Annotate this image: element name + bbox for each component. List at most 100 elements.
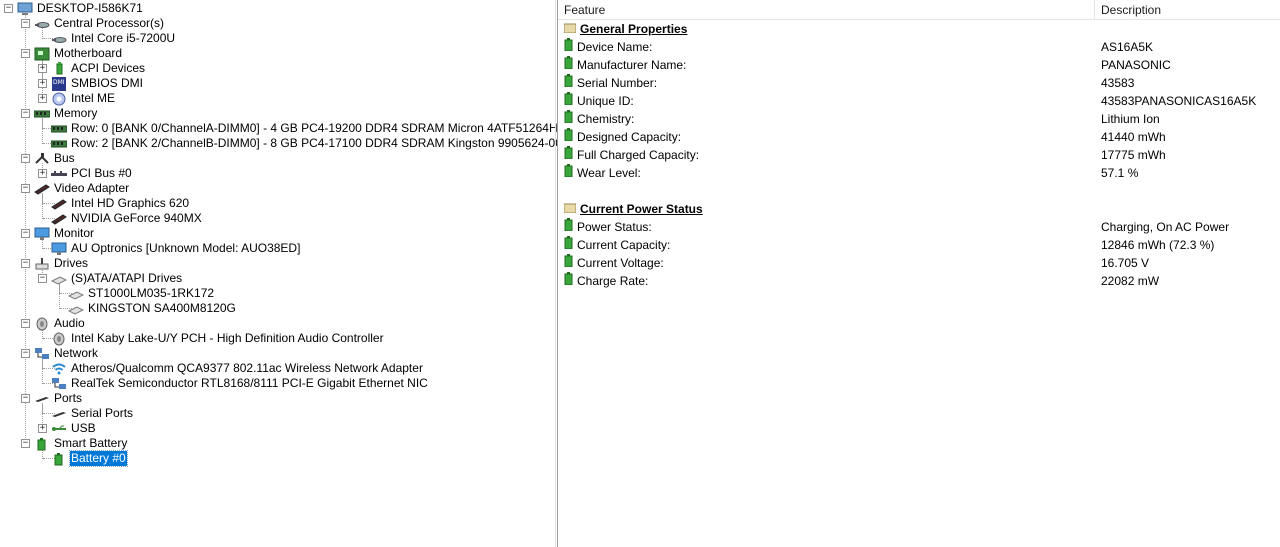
tree-item[interactable]: Drives [34, 256, 89, 271]
tree-item-label: Memory [54, 106, 98, 120]
tree-item[interactable]: Battery #0 [51, 450, 128, 467]
battery-icon [564, 146, 573, 164]
svg-text:DMI: DMI [53, 79, 65, 86]
property-row[interactable]: Chemistry: Lithium Ion [558, 110, 1280, 128]
tree-item[interactable]: USB [51, 421, 97, 436]
audio-icon [34, 317, 50, 331]
expand-button[interactable]: + [38, 94, 47, 103]
tree-item-label: PCI Bus #0 [71, 166, 132, 180]
property-row[interactable]: Unique ID: 43583PANASONICAS16A5K [558, 92, 1280, 110]
collapse-button[interactable]: − [21, 19, 30, 28]
collapse-button[interactable]: − [21, 259, 30, 268]
property-row[interactable]: Manufacturer Name: PANASONIC [558, 56, 1280, 74]
tree-item[interactable]: Bus [34, 151, 76, 166]
tree-item[interactable]: KINGSTON SA400M8120G [68, 301, 237, 316]
property-row[interactable]: Current Voltage: 16.705 V [558, 254, 1280, 272]
collapse-button[interactable]: − [21, 349, 30, 358]
tree-item[interactable]: Central Processor(s) [34, 16, 165, 31]
description-column-header[interactable]: Description [1095, 0, 1280, 20]
tree-item[interactable]: (S)ATA/ATAPI Drives [51, 271, 183, 286]
collapse-button[interactable]: − [38, 274, 47, 283]
cpu-chip-icon [51, 32, 67, 46]
property-name: Device Name: [577, 40, 653, 54]
battery-icon [34, 437, 50, 451]
tree-item[interactable]: Memory [34, 106, 98, 121]
tree-guide-line [42, 193, 43, 219]
tree-item[interactable]: Audio [34, 316, 86, 331]
property-value: 17775 mWh [1101, 148, 1166, 162]
collapse-button[interactable]: − [21, 394, 30, 403]
tree-item[interactable]: Motherboard [34, 46, 123, 61]
expand-button[interactable]: + [38, 64, 47, 73]
property-row[interactable]: Designed Capacity: 41440 mWh [558, 128, 1280, 146]
device-tree[interactable]: − DESKTOP-I586K71 − Central Processor(s) I… [0, 0, 558, 547]
tree-item[interactable]: ST1000LM035-1RK172 [68, 286, 215, 301]
battery-icon [564, 236, 573, 254]
tree-item[interactable]: Row: 2 [BANK 2/ChannelB-DIMM0] - 8 GB PC… [51, 136, 557, 151]
battery-icon [564, 38, 573, 56]
property-name: Designed Capacity: [577, 130, 682, 144]
tree-item-label: ST1000LM035-1RK172 [88, 286, 215, 300]
root-expander[interactable]: − [4, 4, 13, 13]
section-header-row[interactable]: General Properties [558, 20, 1280, 38]
tree-item[interactable]: Row: 0 [BANK 0/ChannelA-DIMM0] - 4 GB PC… [51, 121, 558, 136]
collapse-button[interactable]: − [21, 49, 30, 58]
property-name: Chemistry: [577, 112, 635, 126]
tree-item[interactable]: ACPI Devices [51, 61, 146, 76]
tree-item[interactable]: Monitor [34, 226, 95, 241]
tree-item-label: Battery #0 [69, 450, 128, 467]
tree-item[interactable]: NVIDIA GeForce 940MX [51, 211, 203, 226]
feature-column-header[interactable]: Feature [558, 0, 1095, 20]
tree-item[interactable]: Serial Ports [51, 406, 134, 421]
tree-item[interactable]: Network [34, 346, 99, 361]
tree-item-label: Monitor [54, 226, 95, 240]
tree-item[interactable]: Video Adapter [34, 181, 130, 196]
collapse-button[interactable]: − [21, 184, 30, 193]
tree-item-label: Serial Ports [71, 406, 134, 420]
expand-button[interactable]: + [38, 169, 47, 178]
tree-item[interactable]: Atheros/Qualcomm QCA9377 802.11ac Wirele… [51, 361, 424, 376]
tree-item[interactable]: Intel HD Graphics 620 [51, 196, 190, 211]
motherboard-icon [34, 47, 50, 61]
expand-button[interactable]: + [38, 424, 47, 433]
tree-item[interactable]: PCI Bus #0 [51, 166, 133, 181]
collapse-button[interactable]: − [21, 439, 30, 448]
tree-item[interactable]: Intel Core i5-7200U [51, 31, 176, 46]
collapse-button[interactable]: − [21, 229, 30, 238]
collapse-button[interactable]: − [21, 319, 30, 328]
property-row[interactable]: Current Capacity: 12846 mWh (72.3 %) [558, 236, 1280, 254]
expand-button[interactable]: + [38, 79, 47, 88]
tree-item-label: Intel Core i5-7200U [71, 31, 176, 45]
tree-item[interactable]: RealTek Semiconductor RTL8168/8111 PCI-E… [51, 376, 429, 391]
tree-item-label: Row: 0 [BANK 0/ChannelA-DIMM0] - 4 GB PC… [71, 121, 558, 135]
tree-item-label: Video Adapter [54, 181, 130, 195]
ram-icon [51, 122, 67, 136]
property-row[interactable]: Wear Level: 57.1 % [558, 164, 1280, 182]
property-row[interactable]: Power Status: Charging, On AC Power [558, 218, 1280, 236]
property-row[interactable]: Device Name: AS16A5K [558, 38, 1280, 56]
tree-item[interactable]: Smart Battery [34, 436, 128, 451]
collapse-button[interactable]: − [21, 109, 30, 118]
tree-item[interactable]: Intel Kaby Lake-U/Y PCH - High Definitio… [51, 331, 385, 346]
wifi-icon [51, 362, 67, 376]
tree-item[interactable]: AU Optronics [Unknown Model: AUO38ED] [51, 241, 301, 256]
tree-item-label: Central Processor(s) [54, 16, 165, 30]
property-name: Unique ID: [577, 94, 634, 108]
battery-icon [564, 272, 573, 290]
detail-header: Feature Description [558, 0, 1280, 20]
property-row[interactable]: Serial Number: 43583 [558, 74, 1280, 92]
section-header-row[interactable]: Current Power Status [558, 200, 1280, 218]
tree-item[interactable]: Ports [34, 391, 83, 406]
tree-item[interactable]: Intel ME [51, 91, 116, 106]
tree-item-label: RealTek Semiconductor RTL8168/8111 PCI-E… [71, 376, 428, 390]
section-title: General Properties [580, 22, 688, 36]
tree-item-label: Smart Battery [54, 436, 128, 450]
property-name: Current Voltage: [577, 256, 664, 270]
property-row[interactable]: Full Charged Capacity: 17775 mWh [558, 146, 1280, 164]
collapse-button[interactable]: − [21, 154, 30, 163]
property-row[interactable]: Charge Rate: 22082 mW [558, 272, 1280, 290]
tree-item[interactable]: DMI SMBIOS DMI [51, 76, 144, 91]
tree-root[interactable]: DESKTOP-I586K71 [17, 1, 144, 16]
disk-icon [68, 287, 84, 301]
tree-item-label: (S)ATA/ATAPI Drives [71, 271, 183, 285]
